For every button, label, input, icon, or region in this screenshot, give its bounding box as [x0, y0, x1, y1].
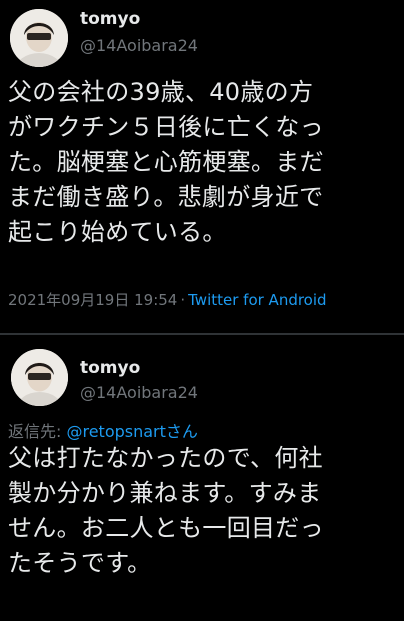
tweet-timestamp[interactable]: 2021年09月19日 19:54 [8, 291, 177, 309]
tweet-text-line: 父の会社の39歳、40歳の方 [8, 78, 314, 106]
tweet-text: 父は打たなかったので、何社 製か分かり兼ねます。すみま せん。お二人とも一回目だ… [8, 441, 398, 581]
profile-photo-icon [11, 349, 68, 406]
profile-photo-icon [10, 9, 68, 67]
tweet-text-line: 父は打たなかったので、何社 [8, 444, 323, 472]
display-name[interactable]: tomyo [80, 9, 140, 29]
display-name[interactable]: tomyo [80, 358, 140, 378]
reply-context: 返信先: @retopsnartさん [8, 422, 198, 442]
reply-suffix: さん [165, 422, 198, 441]
user-handle[interactable]: @14Aoibara24 [80, 36, 198, 56]
tweet-card[interactable]: tomyo @14Aoibara24 父の会社の39歳、40歳の方 がワクチン５… [0, 0, 404, 330]
tweet-text-line: まだ働き盛り。悲劇が身近で [8, 183, 324, 211]
tweet-text-line: がワクチン５日後に亡くなっ [8, 113, 324, 141]
tweet-divider [0, 333, 404, 335]
reply-label: 返信先: [8, 422, 67, 441]
tweet-text-line: 起こり始めている。 [8, 218, 227, 246]
tweet-source-link[interactable]: Twitter for Android [188, 291, 326, 309]
meta-separator: · [180, 291, 186, 309]
tweet-meta: 2021年09月19日 19:54 · Twitter for Android [8, 290, 327, 310]
tweet-text-line: 製か分かり兼ねます。すみま [8, 479, 322, 507]
tweet-text-line: た。脳梗塞と心筋梗塞。まだ [8, 148, 324, 176]
tweet-text: 父の会社の39歳、40歳の方 がワクチン５日後に亡くなっ た。脳梗塞と心筋梗塞。… [8, 75, 400, 250]
tweet-text-line: せん。お二人とも一回目だっ [8, 514, 324, 542]
avatar[interactable] [11, 349, 68, 406]
reply-mention-link[interactable]: @retopsnart [66, 422, 165, 441]
tweet-text-line: たそうです。 [8, 549, 152, 577]
user-handle[interactable]: @14Aoibara24 [80, 383, 198, 403]
avatar[interactable] [10, 9, 68, 67]
tweet-card[interactable]: tomyo @14Aoibara24 返信先: @retopsnartさん 父は… [0, 338, 404, 621]
